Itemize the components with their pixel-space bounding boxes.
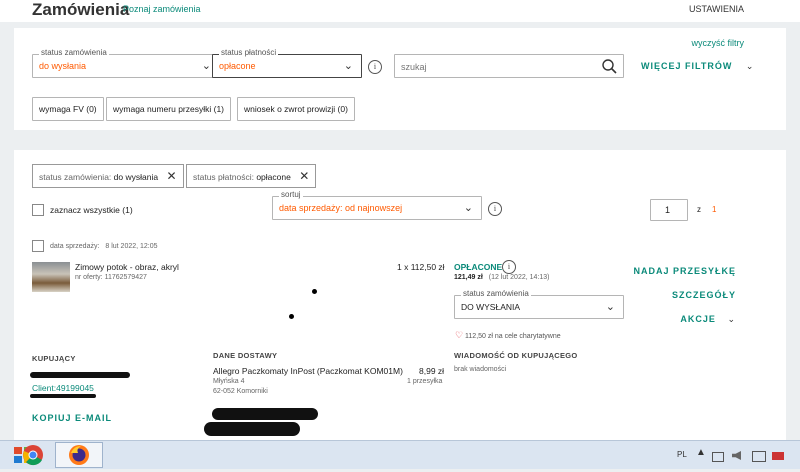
settings-link[interactable]: USTAWIENIA xyxy=(689,4,744,14)
taskbar: PL ▲ xyxy=(0,440,800,469)
heart-icon: ♡ xyxy=(455,330,464,340)
search-icon[interactable] xyxy=(601,58,617,74)
buyer-heading: KUPUJĄCY xyxy=(32,354,76,363)
taskbar-chrome-button[interactable] xyxy=(9,442,57,468)
redacted-scribble xyxy=(30,394,96,398)
message-value: brak wiadomości xyxy=(454,366,507,373)
delivery-price: 8,99 zł xyxy=(419,366,445,376)
actions-button[interactable]: AKCJE ⌄ xyxy=(680,314,736,325)
search-input[interactable] xyxy=(394,54,624,78)
sale-date: data sprzedaży: 8 lut 2022, 12:05 xyxy=(50,243,158,250)
info-icon[interactable]: i xyxy=(488,202,502,216)
filters-panel: wyczyść filtry status zamówienia do wysł… xyxy=(14,28,786,130)
item-title[interactable]: Zimowy potok - obraz, akryl xyxy=(75,262,179,272)
firefox-icon xyxy=(69,445,89,465)
filter-chip-refund[interactable]: wniosek o zwrot prowizji (0) xyxy=(237,97,355,121)
chevron-down-icon: ⌄ xyxy=(463,202,473,214)
copy-email-button[interactable]: KOPIUJ E-MAIL xyxy=(32,413,112,423)
redacted-scribble xyxy=(30,372,130,378)
buyer-client-link[interactable]: Client:49199045 xyxy=(32,383,94,393)
order-status-dropdown[interactable]: status zamówienia DO WYSŁANIA ⌄ xyxy=(454,289,624,319)
select-all-checkbox[interactable] xyxy=(32,204,44,216)
delivery-city: 62-052 Komorniki xyxy=(213,388,268,395)
tray-flag-icon[interactable] xyxy=(772,452,784,460)
details-button[interactable]: SZCZEGÓŁY xyxy=(672,290,736,300)
payment-status-select[interactable]: status płatności opłacone ⌄ xyxy=(212,48,362,78)
taskbar-firefox-button[interactable] xyxy=(55,442,103,468)
tray-display-icon[interactable] xyxy=(752,451,766,462)
filter-chip-invoice[interactable]: wymaga FV (0) xyxy=(32,97,104,121)
delivery-street: Młyńska 4 xyxy=(213,378,245,385)
select-all-label: zaznacz wszystkie (1) xyxy=(50,205,133,215)
orders-panel: status zamówienia: do wysłania ✕ status … xyxy=(14,150,786,440)
message-heading: WIADOMOŚĆ OD KUPUJĄCEGO xyxy=(454,351,578,360)
more-filters-button[interactable]: WIĘCEJ FILTRÓW ⌄ xyxy=(641,61,754,72)
chevron-down-icon: ⌄ xyxy=(727,314,736,324)
page-input[interactable]: 1 xyxy=(650,199,688,221)
payment-status: OPŁACONE xyxy=(454,262,503,272)
charity-note: ♡ 112,50 zł na cele charytatywne xyxy=(455,330,561,340)
chevron-down-icon: ⌄ xyxy=(745,61,755,71)
page-of-label: z xyxy=(697,205,701,214)
page-header: Zamówienia Poznaj zamówienia USTAWIENIA xyxy=(0,0,800,22)
tray-arrow-icon[interactable]: ▲ xyxy=(696,447,706,458)
order-checkbox[interactable] xyxy=(32,240,44,252)
active-filter-payment-status[interactable]: status płatności: opłacone ✕ xyxy=(186,164,317,188)
close-icon[interactable]: ✕ xyxy=(166,169,176,183)
info-icon[interactable]: i xyxy=(368,60,382,74)
page-count: 1 xyxy=(712,205,717,214)
tray-volume-icon[interactable] xyxy=(732,451,741,460)
sort-select[interactable]: sortuj data sprzedaży: od najnowszej ⌄ xyxy=(272,190,482,220)
delivery-heading: DANE DOSTAWY xyxy=(213,351,278,360)
chevron-down-icon: ⌄ xyxy=(343,60,353,72)
tray-network-icon[interactable] xyxy=(712,452,724,462)
paid-info: 121,49 zł (12 lut 2022, 14:13) xyxy=(454,274,550,281)
dot xyxy=(312,289,317,294)
filter-chip-tracking[interactable]: wymaga numeru przesyłki (1) xyxy=(106,97,232,121)
dot xyxy=(289,314,294,319)
search-field[interactable] xyxy=(399,58,593,75)
quantity-price: 1 x 112,50 zł xyxy=(397,262,445,272)
clear-filters-link[interactable]: wyczyść filtry xyxy=(692,38,745,48)
page-title: Zamówienia xyxy=(32,0,130,19)
redacted-scribble xyxy=(204,422,300,436)
active-filter-order-status[interactable]: status zamówienia: do wysłania ✕ xyxy=(32,164,184,188)
chevron-down-icon: ⌄ xyxy=(201,60,211,72)
chrome-icon xyxy=(23,445,43,466)
close-icon[interactable]: ✕ xyxy=(299,169,309,183)
offer-number: nr oferty: 11762579427 xyxy=(75,274,147,281)
delivery-method: Allegro Paczkomaty InPost (Paczkomat KOM… xyxy=(213,366,403,376)
order-status-select[interactable]: status zamówienia do wysłania ⌄ xyxy=(32,48,220,78)
info-icon[interactable]: i xyxy=(502,260,516,274)
redacted-scribble xyxy=(212,408,318,420)
item-thumbnail[interactable] xyxy=(32,262,70,292)
parcel-count: 1 przesyłka xyxy=(407,378,443,385)
chevron-down-icon: ⌄ xyxy=(605,301,615,313)
ship-button[interactable]: NADAJ PRZESYŁKĘ xyxy=(633,266,736,276)
language-indicator[interactable]: PL xyxy=(677,450,687,459)
learn-orders-link[interactable]: Poznaj zamówienia xyxy=(123,4,201,14)
